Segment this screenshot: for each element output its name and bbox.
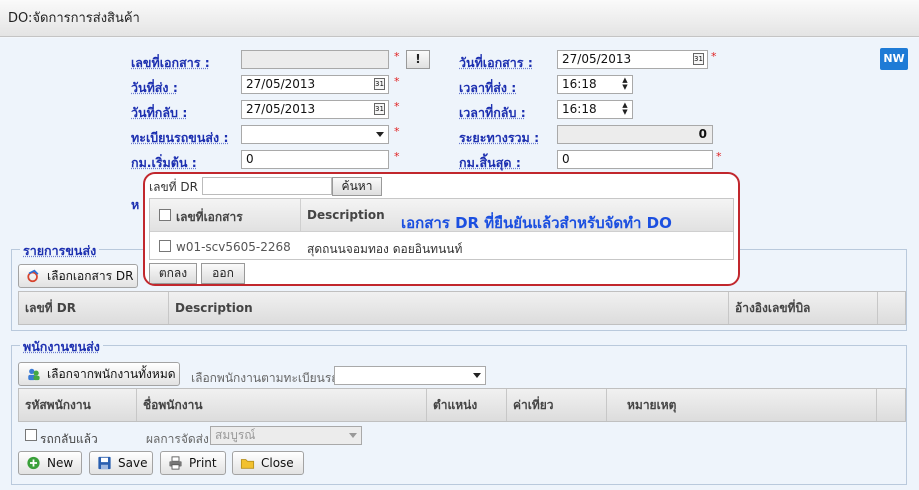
folder-close-icon	[240, 459, 255, 469]
spinner-icon[interactable]: ▲ ▼	[620, 102, 630, 117]
truck-reg-label: ทะเบียนรถขนส่ง :	[131, 130, 229, 145]
print-button[interactable]: Print	[160, 451, 226, 475]
select-by-truck-label: เลือกพนักงานตามทะเบียนรถ :	[191, 371, 347, 385]
hidden-label-fragment: ห	[131, 197, 140, 212]
row-description: สุดถนนจอมทอง ดอยอินทนนท์	[307, 242, 463, 256]
row-doc-no: w01-scv5605-2268	[176, 240, 291, 254]
select-all-checkbox[interactable]	[159, 209, 171, 221]
staff-grid-header: รหัสพนักงาน ชื่อพนักงาน ตำแหน่ง ค่าเที่ย…	[18, 388, 906, 422]
km-start-field[interactable]: 0	[241, 150, 389, 169]
chevron-down-icon	[349, 433, 357, 438]
shipping-grid-header: เลขที่ DR Description อ้างอิงเลขที่บิล	[18, 291, 906, 325]
col-trip-fee[interactable]: ค่าเที่ยว	[507, 389, 607, 421]
col-staff-id[interactable]: รหัสพนักงาน	[19, 389, 137, 421]
ship-date-label: วันที่ส่ง :	[131, 80, 178, 95]
nw-badge: NW	[880, 48, 908, 70]
spinner-icon[interactable]: ▲ ▼	[620, 77, 630, 92]
save-icon	[98, 456, 111, 470]
total-distance-label: ระยะทางรวม :	[459, 130, 540, 145]
col-position[interactable]: ตำแหน่ง	[427, 389, 507, 421]
col-description[interactable]: Description	[169, 292, 729, 324]
popup-col-doc-no[interactable]: เลขที่เอกสาร	[176, 208, 243, 227]
row-checkbox[interactable]	[159, 240, 171, 252]
ship-time-label: เวลาที่ส่ง :	[459, 80, 517, 95]
total-distance-field: 0	[557, 125, 713, 144]
return-date-field[interactable]: 27/05/2013 31	[241, 100, 389, 119]
col-staff-name[interactable]: ชื่อพนักงาน	[137, 389, 427, 421]
chevron-down-icon	[473, 373, 481, 378]
doc-date-field[interactable]: 27/05/2013 31	[557, 50, 708, 69]
window-title: DO:จัดการการส่งสินค้า	[0, 0, 919, 37]
add-icon	[27, 456, 40, 470]
col-bill-ref[interactable]: อ้างอิงเลขที่บิล	[729, 292, 878, 324]
truck-returned-label: รถกลับแล้ว	[40, 432, 98, 446]
doc-date-label: วันที่เอกสาร :	[459, 55, 533, 70]
chevron-down-icon	[376, 132, 384, 137]
calendar-icon[interactable]: 31	[693, 53, 704, 65]
col-remark[interactable]: หมายเหตุ	[607, 389, 877, 421]
required-mark: *	[716, 150, 722, 163]
popup-annotation: เอกสาร DR ที่ยืนยันแล้วสำหรับจัดทำ DO	[401, 214, 672, 232]
ship-date-field[interactable]: 27/05/2013 31	[241, 75, 389, 94]
ship-time-field[interactable]: 16:18 ▲ ▼	[557, 75, 633, 94]
popup-col-description[interactable]: Description	[307, 208, 385, 222]
truck-returned-checkbox[interactable]	[25, 429, 37, 441]
new-button[interactable]: New	[18, 451, 82, 475]
dr-select-popup: เลขที่ DR ค้นหา เลขที่เอกสาร Description…	[143, 172, 740, 286]
dr-search-input[interactable]	[202, 177, 332, 195]
required-mark: *	[394, 150, 400, 163]
calendar-icon[interactable]: 31	[374, 103, 385, 115]
required-mark: *	[394, 125, 400, 138]
exit-button[interactable]: ออก	[201, 263, 245, 284]
document-icon	[27, 269, 39, 283]
select-all-staff-button[interactable]: เลือกจากพนักงานทั้งหมด	[18, 362, 180, 386]
return-time-field[interactable]: 16:18 ▲ ▼	[557, 100, 633, 119]
col-dr-no[interactable]: เลขที่ DR	[19, 292, 169, 324]
ok-button[interactable]: ตกลง	[149, 263, 197, 284]
select-by-truck-dropdown[interactable]	[334, 366, 486, 385]
delivery-result-label: ผลการจัดส่ง	[146, 432, 209, 446]
doc-no-label: เลขที่เอกสาร :	[131, 55, 210, 70]
table-row[interactable]: w01-scv5605-2268 สุดถนนจอมทอง ดอยอินทนนท…	[150, 233, 733, 260]
shipping-legend: รายการขนส่ง	[20, 241, 100, 261]
km-end-label: กม.สิ้นสุด :	[459, 155, 521, 170]
km-start-label: กม.เริ่มต้น :	[131, 155, 197, 170]
close-button[interactable]: Close	[232, 451, 304, 475]
search-button[interactable]: ค้นหา	[332, 177, 382, 196]
delivery-result-select[interactable]: สมบูรณ์	[210, 426, 362, 445]
required-mark: *	[394, 75, 400, 88]
required-mark: *	[394, 50, 400, 63]
truck-reg-select[interactable]	[241, 125, 389, 144]
select-all-staff-label: เลือกจากพนักงานทั้งหมด	[47, 367, 176, 381]
required-mark: *	[711, 50, 717, 63]
popup-search-label: เลขที่ DR	[149, 180, 198, 194]
km-end-field[interactable]: 0	[557, 150, 713, 169]
save-button[interactable]: Save	[89, 451, 153, 475]
select-dr-button[interactable]: เลือกเอกสาร DR	[18, 264, 138, 288]
calendar-icon[interactable]: 31	[374, 78, 385, 90]
doc-lookup-button[interactable]: !	[406, 50, 430, 69]
select-dr-label: เลือกเอกสาร DR	[47, 269, 134, 283]
doc-no-field[interactable]	[241, 50, 389, 69]
users-icon	[28, 368, 40, 381]
staff-legend: พนักงานขนส่ง	[20, 337, 103, 357]
required-mark: *	[394, 100, 400, 113]
return-time-label: เวลาที่กลับ :	[459, 105, 526, 120]
printer-icon	[169, 456, 182, 470]
return-date-label: วันที่กลับ :	[131, 105, 188, 120]
